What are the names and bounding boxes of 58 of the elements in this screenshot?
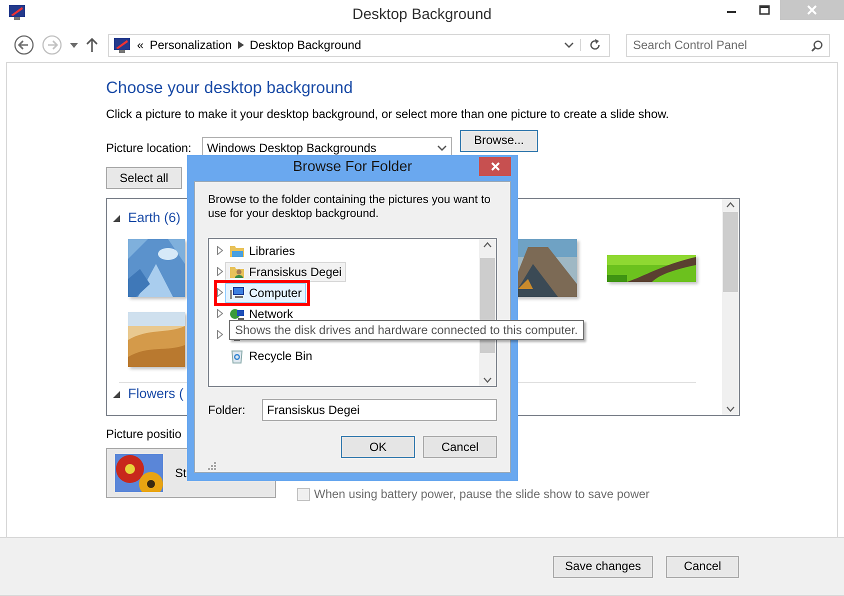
resize-grip-icon[interactable] [208, 462, 216, 470]
scroll-up-icon[interactable] [726, 202, 735, 208]
dropdown-icon [437, 144, 447, 152]
overflow-chevron[interactable]: « [137, 38, 144, 52]
search-field[interactable]: Search Control Panel [626, 34, 830, 56]
page-heading: Choose your desktop background [106, 78, 354, 98]
ok-button[interactable]: OK [341, 436, 415, 458]
dialog-title: Browse For Folder [292, 159, 412, 177]
picture-position-label: Picture positio [106, 427, 182, 442]
breadcrumb-item[interactable]: Desktop Background [250, 38, 362, 52]
tooltip: Shows the disk drives and hardware connected to this computer. [229, 320, 584, 340]
scrollbar-thumb[interactable] [723, 212, 738, 292]
control-panel-icon [113, 36, 131, 54]
scroll-down-icon[interactable] [726, 406, 735, 412]
recycle-bin-icon [229, 348, 245, 364]
search-icon[interactable] [811, 40, 823, 52]
control-panel-icon [8, 4, 26, 21]
save-changes-button[interactable]: Save changes [553, 556, 653, 578]
tree-item[interactable]: Libraries [225, 240, 300, 260]
group-header[interactable]: Flowers ( [128, 385, 184, 403]
address-bar[interactable]: « Personalization Desktop Background [108, 34, 610, 56]
tree-item[interactable]: Computer [225, 282, 306, 302]
dropdown-icon[interactable] [564, 42, 574, 48]
group-header[interactable]: Earth (6) [128, 209, 181, 227]
folder-field[interactable]: Fransiskus Degei [262, 399, 497, 421]
browse-button[interactable]: Browse... [460, 130, 538, 152]
collapse-icon[interactable] [113, 390, 120, 398]
scroll-up-icon[interactable] [483, 242, 492, 248]
select-all-button[interactable]: Select all [106, 167, 182, 189]
cancel-button[interactable]: Cancel [423, 436, 497, 458]
expand-icon[interactable] [217, 309, 223, 318]
cancel-button[interactable]: Cancel [666, 556, 739, 578]
close-icon [807, 5, 817, 15]
instruction-text: Browse to the folder containing the pictures you want to use for your desktop background. [208, 193, 492, 221]
expand-icon[interactable] [217, 246, 223, 255]
close-icon [490, 162, 500, 171]
folder-label: Folder: [208, 403, 246, 417]
picture-location-label: Picture location: [106, 140, 192, 156]
collapse-icon[interactable] [113, 214, 120, 222]
scroll-down-icon[interactable] [483, 377, 492, 383]
expand-icon[interactable] [217, 330, 223, 339]
computer-icon [229, 284, 245, 300]
maximize-icon [758, 5, 770, 15]
recent-pages-icon[interactable] [70, 42, 78, 48]
tree-item[interactable]: Recycle Bin [225, 346, 316, 366]
expand-icon[interactable] [217, 288, 223, 297]
battery-option-label: When using battery power, pause the slide show to save power [314, 487, 650, 502]
expand-icon[interactable] [217, 267, 223, 276]
breadcrumb-separator-icon [238, 41, 244, 49]
refresh-icon [589, 39, 601, 51]
tree-item[interactable]: Fransiskus Degei [225, 262, 346, 282]
window-title: Desktop Background [352, 6, 492, 24]
scrollbar[interactable] [722, 199, 739, 415]
breadcrumb-item[interactable]: Personalization [150, 38, 232, 52]
close-button[interactable] [479, 157, 511, 176]
up-arrow-icon[interactable] [86, 38, 98, 52]
description-text: Click a picture to make it your desktop background, or select more than one picture to create a slide show. [106, 107, 670, 122]
back-button[interactable] [14, 35, 34, 55]
